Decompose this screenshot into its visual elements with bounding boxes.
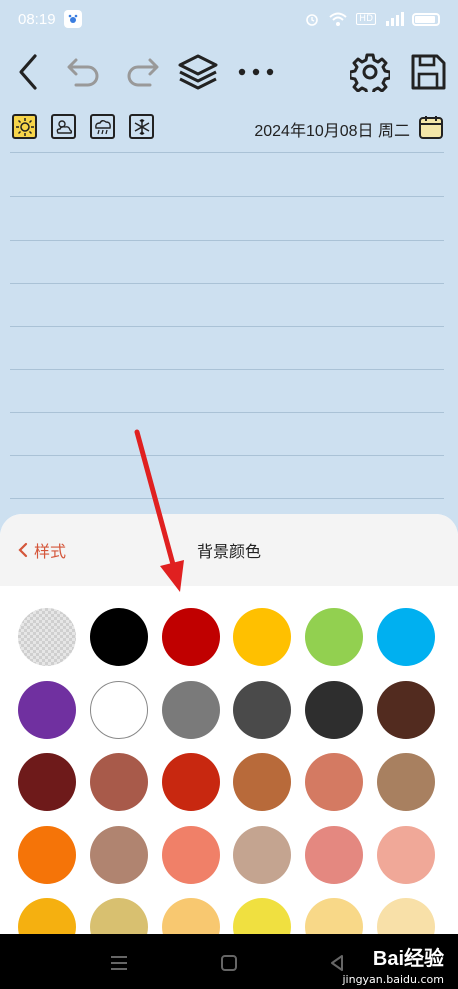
editor-toolbar	[0, 44, 458, 100]
weather-cloudy-option[interactable]	[51, 114, 76, 139]
alarm-icon	[306, 14, 319, 26]
back-icon	[19, 54, 37, 90]
nav-menu-button[interactable]	[104, 948, 134, 978]
ruled-line	[10, 240, 444, 241]
system-nav-bar: Bai经验 jingyan.baidu.com	[0, 934, 458, 989]
color-swatch[interactable]	[161, 898, 220, 934]
color-swatch[interactable]	[305, 608, 364, 666]
hd-badge: HD	[356, 13, 376, 25]
color-swatch[interactable]	[18, 825, 76, 884]
color-swatch[interactable]	[377, 753, 435, 811]
settings-button[interactable]	[348, 50, 392, 94]
undo-icon	[67, 58, 99, 87]
wifi-icon	[329, 12, 347, 26]
settings-icon	[350, 53, 390, 92]
more-button[interactable]	[234, 50, 278, 94]
color-swatch[interactable]	[161, 825, 220, 884]
color-swatch[interactable]	[161, 680, 220, 739]
color-swatch[interactable]	[89, 898, 148, 934]
calendar-icon	[419, 116, 443, 139]
ruled-line	[10, 283, 444, 284]
rain-icon	[94, 119, 111, 134]
save-icon	[411, 54, 446, 90]
more-icon	[238, 68, 274, 76]
color-swatch[interactable]	[18, 753, 76, 811]
weather-selector	[12, 114, 154, 139]
ruled-line	[10, 326, 444, 327]
panel-header: 样式 背景颜色	[0, 514, 458, 586]
color-swatch[interactable]	[161, 753, 220, 811]
ruled-line	[10, 196, 444, 197]
weather-rain-option[interactable]	[90, 114, 115, 139]
ruled-line	[10, 152, 444, 153]
redo-button[interactable]	[120, 50, 164, 94]
status-bar: 08:19 HD	[0, 0, 458, 38]
color-swatch[interactable]	[233, 825, 292, 884]
color-swatch[interactable]	[305, 753, 364, 811]
color-swatch[interactable]	[18, 898, 76, 934]
color-swatch[interactable]	[233, 608, 292, 666]
watermark-site: jingyan.baidu.com	[342, 973, 444, 986]
layers-icon	[178, 54, 218, 90]
signal-icon	[386, 12, 404, 26]
color-swatch[interactable]	[89, 825, 148, 884]
partly-cloudy-icon	[56, 119, 72, 134]
undo-button[interactable]	[62, 50, 106, 94]
save-button[interactable]	[406, 50, 450, 94]
color-swatch[interactable]	[305, 680, 364, 739]
color-swatch[interactable]	[89, 753, 148, 811]
menu-icon	[111, 956, 127, 970]
ruled-line	[10, 498, 444, 499]
sun-icon	[15, 117, 34, 136]
color-swatch[interactable]	[377, 825, 435, 884]
snowflake-icon	[134, 118, 149, 135]
color-swatch[interactable]	[377, 898, 435, 934]
note-page-lines[interactable]	[10, 152, 444, 512]
swatch-transparent[interactable]	[18, 608, 76, 666]
color-swatch[interactable]	[377, 680, 435, 739]
redo-icon	[127, 58, 159, 87]
color-swatch[interactable]	[377, 608, 435, 666]
color-swatch[interactable]	[89, 680, 148, 739]
color-swatch[interactable]	[305, 825, 364, 884]
calendar-button[interactable]	[418, 114, 444, 140]
layers-button[interactable]	[176, 50, 220, 94]
back-button[interactable]	[6, 50, 50, 94]
weather-snow-option[interactable]	[129, 114, 154, 139]
panel-title: 背景颜色	[196, 542, 261, 561]
nav-home-button[interactable]	[214, 948, 244, 978]
app-notification-icon	[63, 10, 82, 28]
weather-sunny-option[interactable]	[12, 114, 37, 139]
background-color-panel: 样式 背景颜色	[0, 514, 458, 934]
entry-date[interactable]: 2024年10月08日 周二	[254, 117, 410, 141]
color-swatch[interactable]	[233, 898, 292, 934]
ruled-line	[10, 369, 444, 370]
color-swatch[interactable]	[233, 753, 292, 811]
ruled-line	[10, 455, 444, 456]
color-swatch[interactable]	[89, 608, 148, 666]
battery-icon	[412, 12, 440, 26]
watermark: Bai经验 jingyan.baidu.com	[342, 942, 444, 986]
watermark-brand: Bai经验	[372, 948, 444, 970]
color-swatch[interactable]	[18, 680, 76, 739]
color-swatch[interactable]	[305, 898, 364, 934]
color-swatch[interactable]	[161, 608, 220, 666]
home-square-icon	[221, 955, 237, 971]
color-swatch[interactable]	[233, 680, 292, 739]
ruled-line	[10, 412, 444, 413]
status-time: 08:19	[18, 10, 56, 28]
